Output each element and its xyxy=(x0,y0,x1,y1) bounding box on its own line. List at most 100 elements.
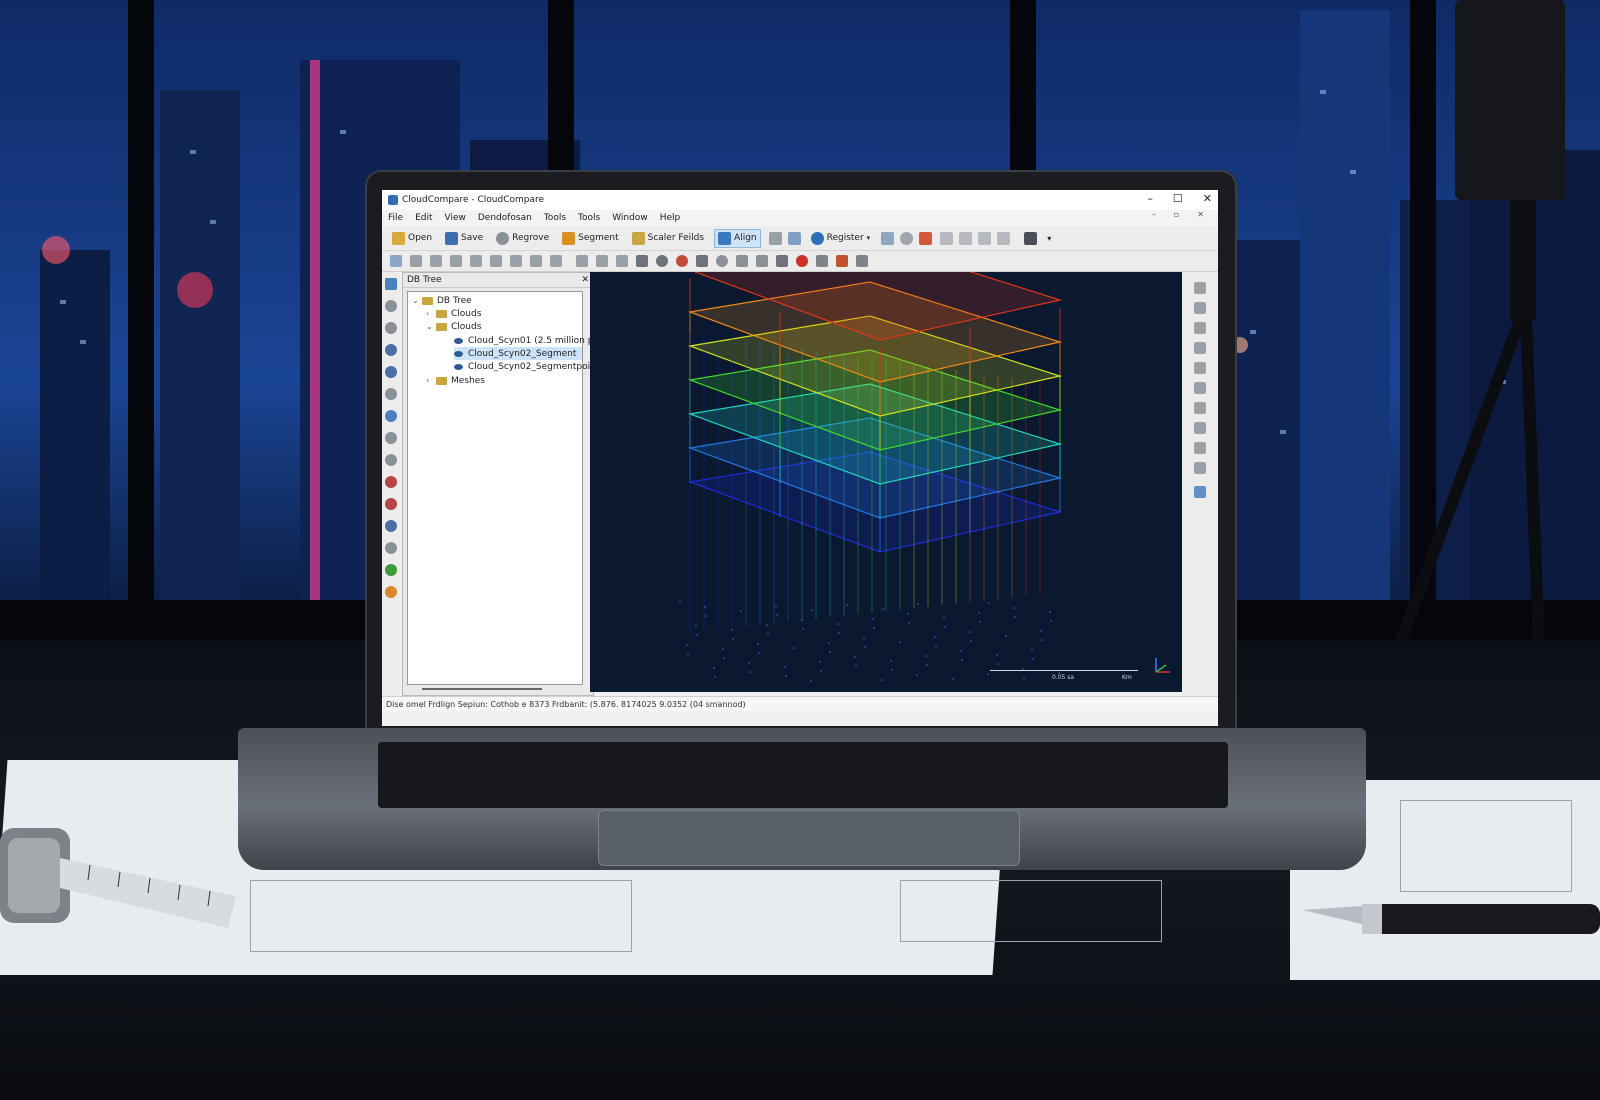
layer-icon[interactable] xyxy=(385,366,397,378)
tree-node-meshes[interactable]: › Meshes xyxy=(426,374,485,387)
mesh-icon[interactable] xyxy=(696,255,708,267)
3d-viewport[interactable]: 0.05 sa Km xyxy=(590,272,1182,692)
menu-view[interactable]: View xyxy=(445,213,466,223)
grid-icon[interactable] xyxy=(385,278,397,290)
menu-tools-2[interactable]: Tools xyxy=(578,213,600,223)
align-button[interactable]: Align xyxy=(714,228,761,248)
close-icon[interactable]: ✕ xyxy=(581,275,589,285)
tree-node-cloud-selected[interactable]: Cloud_Scyn02_Segment xyxy=(454,347,582,360)
compass-icon[interactable] xyxy=(385,564,397,576)
tree-node-cloud[interactable]: Cloud_Scyn01 (2.5 million poi xyxy=(454,334,601,347)
view-back-icon[interactable] xyxy=(1194,322,1206,334)
pin-icon[interactable] xyxy=(385,520,397,532)
node-icon[interactable] xyxy=(385,432,397,444)
menu-edit[interactable]: Edit xyxy=(415,213,432,223)
keyboard[interactable] xyxy=(378,742,1228,808)
register-button[interactable]: Register ▾ xyxy=(808,230,874,247)
segment-button[interactable]: Segment xyxy=(559,230,622,247)
mdi-close-button[interactable]: ✕ xyxy=(1197,210,1204,219)
menu-help[interactable]: Help xyxy=(660,213,681,223)
shield-icon[interactable] xyxy=(816,255,828,267)
view-icon[interactable] xyxy=(978,231,992,245)
cone-icon[interactable] xyxy=(756,255,768,267)
trackpad[interactable] xyxy=(598,810,1020,866)
edit-icon[interactable] xyxy=(470,255,482,267)
close-button[interactable]: ✕ xyxy=(1203,192,1212,205)
folder-icon[interactable] xyxy=(430,255,442,267)
palette-icon[interactable] xyxy=(836,255,848,267)
translate-icon[interactable] xyxy=(787,231,801,245)
maximize-button[interactable]: ☐ xyxy=(1173,192,1183,205)
tree-node-clouds[interactable]: › Clouds xyxy=(426,307,481,320)
chevron-right-icon[interactable]: › xyxy=(426,309,436,318)
node-icon[interactable] xyxy=(385,454,397,466)
bucket-icon[interactable] xyxy=(596,255,608,267)
settings-icon[interactable] xyxy=(856,255,868,267)
globe-icon[interactable] xyxy=(385,410,397,422)
tree-node-root[interactable]: ⌄ DB Tree xyxy=(412,294,472,307)
paint-icon[interactable] xyxy=(385,498,397,510)
brush-icon[interactable] xyxy=(385,322,397,334)
view-icon[interactable] xyxy=(997,231,1011,245)
paint-icon[interactable] xyxy=(385,476,397,488)
view-icon[interactable] xyxy=(959,231,973,245)
bug-icon[interactable] xyxy=(676,255,688,267)
rotate-icon[interactable] xyxy=(768,231,782,245)
folder-icon[interactable] xyxy=(410,255,422,267)
point-cloud-noise-point xyxy=(784,666,786,668)
menu-window[interactable]: Window xyxy=(612,213,648,223)
menu-dendofosan[interactable]: Dendofosan xyxy=(478,213,532,223)
undo-icon[interactable] xyxy=(530,255,542,267)
folder-icon[interactable] xyxy=(450,255,462,267)
horizontal-scrollbar[interactable] xyxy=(422,688,542,690)
view-top-icon[interactable] xyxy=(1194,282,1206,294)
cylinder-icon[interactable] xyxy=(636,255,648,267)
scalar-fields-button[interactable]: Scaler Feilds xyxy=(629,230,707,247)
view-front-icon[interactable] xyxy=(1194,302,1206,314)
view-icon[interactable] xyxy=(940,231,954,245)
stop-icon[interactable] xyxy=(796,255,808,267)
image-icon[interactable] xyxy=(385,388,397,400)
screenshot-icon[interactable] xyxy=(1024,231,1038,245)
menu-file[interactable]: File xyxy=(388,213,403,223)
pin-icon[interactable] xyxy=(736,255,748,267)
chevron-down-icon[interactable]: ⌄ xyxy=(412,296,422,305)
mdi-restore-button[interactable]: ▫ xyxy=(1174,210,1179,219)
regrove-button[interactable]: Regrove xyxy=(493,230,552,247)
sphere-icon[interactable] xyxy=(656,255,668,267)
iso-view-icon[interactable] xyxy=(1194,422,1206,434)
pin-icon[interactable] xyxy=(385,542,397,554)
menu-tools[interactable]: Tools xyxy=(544,213,566,223)
sphere-icon[interactable] xyxy=(900,231,914,245)
compass-icon[interactable] xyxy=(385,586,397,598)
point-cloud-noise-point xyxy=(925,655,927,657)
open-button[interactable]: Open xyxy=(389,230,435,247)
minimize-button[interactable]: – xyxy=(1147,192,1153,205)
save-button[interactable]: Save xyxy=(442,230,486,247)
copy-icon[interactable] xyxy=(616,255,628,267)
table-icon[interactable] xyxy=(510,255,522,267)
iso-view-icon[interactable] xyxy=(1194,402,1206,414)
cube-icon[interactable] xyxy=(576,255,588,267)
open-icon[interactable] xyxy=(390,255,402,267)
zoom-fit-icon[interactable] xyxy=(1194,442,1206,454)
picker-icon[interactable] xyxy=(919,231,933,245)
mdi-minimize-button[interactable]: – xyxy=(1152,210,1156,219)
view-left-icon[interactable] xyxy=(1194,342,1206,354)
tree-node-cloud[interactable]: Cloud_Scyn02_Segmentpointe xyxy=(454,360,605,373)
sphere-icon[interactable] xyxy=(716,255,728,267)
redo-icon[interactable] xyxy=(550,255,562,267)
chevron-right-icon[interactable]: › xyxy=(426,376,436,385)
chevron-down-icon[interactable]: ▾ xyxy=(1047,234,1051,243)
tree-node-clouds[interactable]: ⌄ Clouds xyxy=(426,320,481,333)
cloud-icon[interactable] xyxy=(776,255,788,267)
camera-icon[interactable] xyxy=(1194,486,1206,498)
tool-icon[interactable] xyxy=(385,300,397,312)
chevron-down-icon[interactable]: ⌄ xyxy=(426,322,436,331)
sample-icon[interactable] xyxy=(881,231,895,245)
pencil-icon[interactable] xyxy=(490,255,502,267)
perspective-icon[interactable] xyxy=(1194,462,1206,474)
view-bottom-icon[interactable] xyxy=(1194,382,1206,394)
pencil-icon[interactable] xyxy=(385,344,397,356)
view-right-icon[interactable] xyxy=(1194,362,1206,374)
